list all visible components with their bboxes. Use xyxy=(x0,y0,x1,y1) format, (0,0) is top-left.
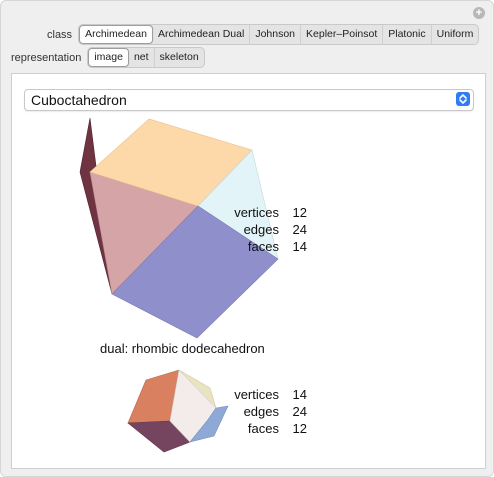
representation-option-image[interactable]: image xyxy=(88,48,129,67)
dual-stats: vertices 14 edges 24 faces 12 xyxy=(205,386,307,437)
class-option-archimedean-dual[interactable]: Archimedean Dual xyxy=(153,25,251,44)
class-segmented-control: Archimedean Archimedean Dual Johnson Kep… xyxy=(78,24,480,45)
class-option-archimedean[interactable]: Archimedean xyxy=(79,25,153,44)
stat-row-faces: faces 14 xyxy=(205,238,307,255)
class-option-kepler-poinsot[interactable]: Kepler–Poinsot xyxy=(301,25,384,44)
stat-row-edges: edges 24 xyxy=(205,221,307,238)
cuboctahedron-stats: vertices 12 edges 24 faces 14 xyxy=(205,204,307,255)
stat-value: 14 xyxy=(292,387,307,402)
stat-name: edges xyxy=(243,404,279,419)
stat-row-edges: edges 24 xyxy=(205,403,307,420)
representation-option-net[interactable]: net xyxy=(129,48,155,67)
stat-value: 24 xyxy=(292,222,307,237)
plus-circle-icon[interactable]: + xyxy=(473,7,485,19)
manipulate-window: + class Archimedean Archimedean Dual Joh… xyxy=(0,0,494,477)
stat-value: 12 xyxy=(292,205,307,220)
stat-name: faces xyxy=(247,421,279,436)
representation-option-skeleton[interactable]: skeleton xyxy=(155,48,204,67)
class-label: class xyxy=(47,28,73,41)
stat-name: vertices xyxy=(234,387,279,402)
stat-value: 12 xyxy=(292,421,307,436)
class-option-uniform[interactable]: Uniform xyxy=(432,25,479,44)
stat-value: 14 xyxy=(292,239,307,254)
class-control: class Archimedean Archimedean Dual Johns… xyxy=(47,24,480,45)
updown-chevron-icon xyxy=(456,92,470,106)
representation-label: representation xyxy=(11,51,82,64)
representation-segmented-control: image net skeleton xyxy=(87,47,205,68)
output-panel: Cuboctahedron vertices 12 edges 24 faces… xyxy=(11,73,486,469)
stat-name: vertices xyxy=(234,205,279,220)
class-option-platonic[interactable]: Platonic xyxy=(383,25,432,44)
stat-value: 24 xyxy=(292,404,307,419)
stat-row-vertices: vertices 14 xyxy=(205,386,307,403)
stat-name: edges xyxy=(243,222,279,237)
stat-name: faces xyxy=(247,239,279,254)
class-option-johnson[interactable]: Johnson xyxy=(250,25,302,44)
stat-row-vertices: vertices 12 xyxy=(205,204,307,221)
polyhedron-select[interactable]: Cuboctahedron xyxy=(24,89,474,111)
representation-control: representation image net skeleton xyxy=(11,47,205,68)
stat-row-faces: faces 12 xyxy=(205,420,307,437)
polyhedron-select-value: Cuboctahedron xyxy=(31,92,127,108)
dual-label: dual: rhombic dodecahedron xyxy=(100,341,265,356)
